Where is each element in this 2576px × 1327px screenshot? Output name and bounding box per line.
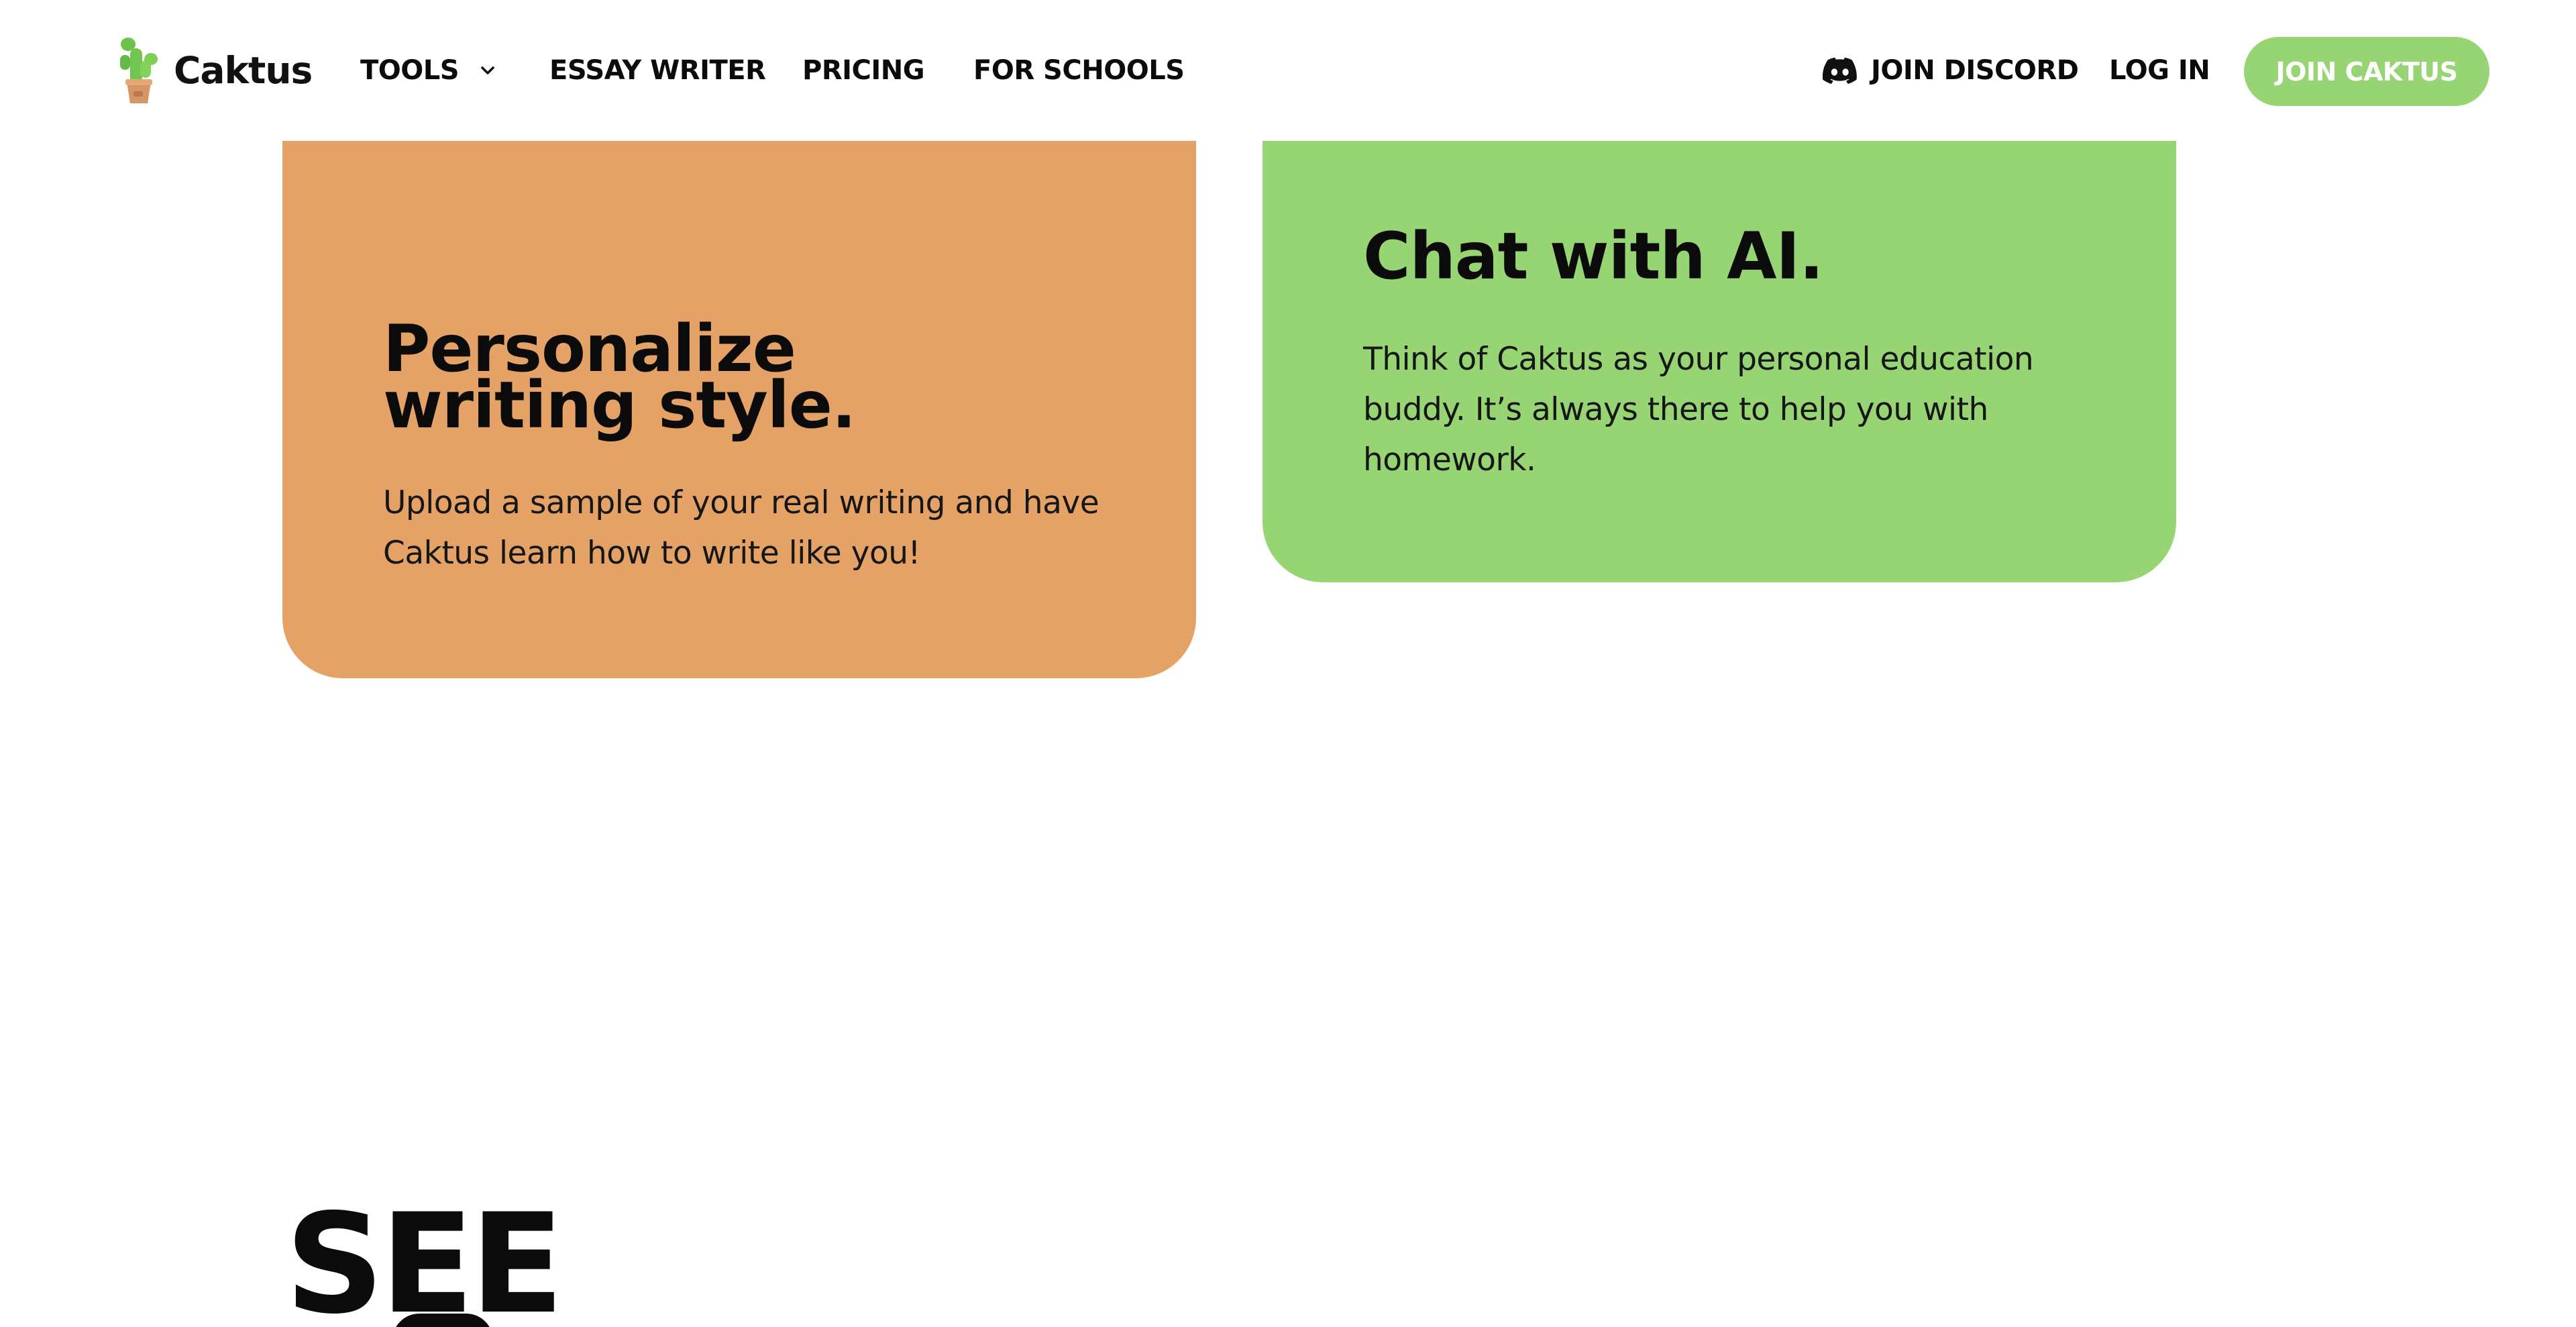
feature-body-line: buddy. It’s always there to help you wit… [1363,391,1988,428]
feature-body-line: Upload a sample of your real writing and… [383,484,1099,521]
feature-body-line: Caktus learn how to write like you! [383,535,920,572]
chevron-down-icon [481,66,494,74]
feature-title-line: writing style. [383,368,856,443]
nav-tools-label: TOOLS [360,55,460,86]
feature-card-title: Chat with AI. [1363,219,1824,294]
login-link[interactable]: LOG IN [2109,54,2210,87]
feature-card-description: Think of Caktus as your personal educati… [1363,334,2074,485]
feature-card-description: Upload a sample of your real writing and… [383,478,1134,578]
feature-card-title: Personalize writing style. [383,317,1121,443]
nav-for-schools-link[interactable]: FOR SCHOOLS [973,54,1185,87]
join-discord-link[interactable]: JOIN DISCORD [1823,54,2079,87]
logo-text: Caktus [174,48,313,92]
feature-body-line: Think of Caktus as your personal educati… [1363,341,2034,378]
page: Personalize writing style. Upload a samp… [0,0,2576,1327]
section-heading: SEE [285,1185,564,1327]
feature-body-line: homework. [1363,441,1536,478]
nav-essay-writer-link[interactable]: ESSAY WRITER [549,54,766,87]
join-caktus-button[interactable]: JOIN CAKTUS [2244,37,2489,106]
discord-icon [1823,57,1857,84]
logo-link[interactable]: Caktus [111,35,313,105]
cactus-pot-icon [120,38,158,103]
site-header: Caktus TOOLS ESSAY WRITER PRICING FOR SC… [0,0,2576,141]
nav-pricing-link[interactable]: PRICING [802,54,925,87]
nav-tools-dropdown[interactable]: TOOLS [360,54,498,87]
join-discord-label: JOIN DISCORD [1871,55,2079,86]
